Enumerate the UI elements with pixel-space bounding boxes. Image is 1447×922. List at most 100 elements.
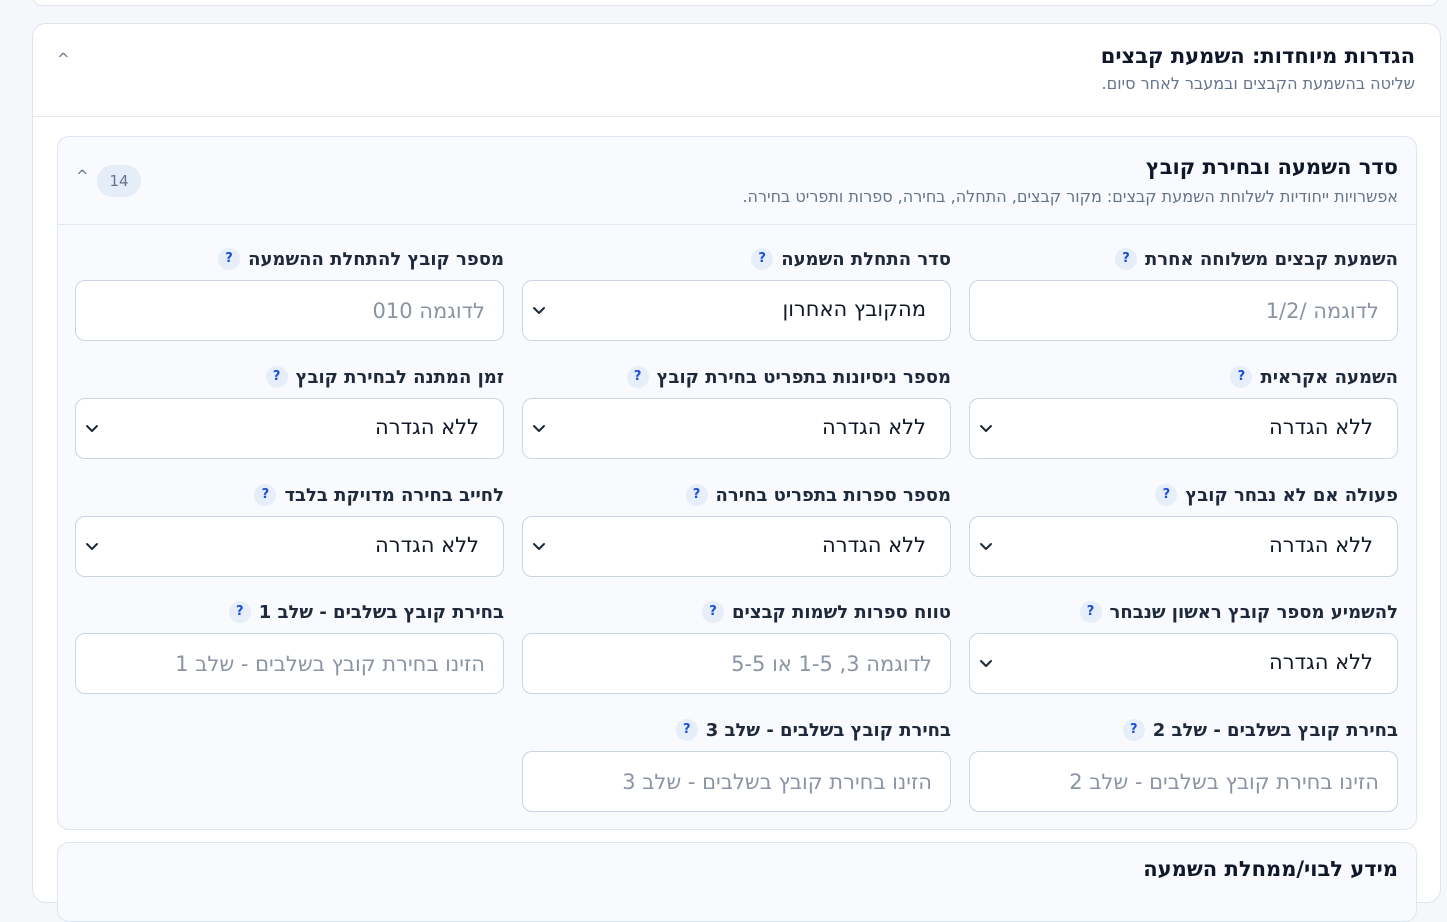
- chevron-down-icon: [86, 425, 98, 432]
- play-from-other-extension-field: השמעת קבצים משלוחה אחרת?: [969, 246, 1398, 346]
- random-playback-label: השמעה אקראית: [1260, 366, 1398, 388]
- previous-card-edge: [32, 0, 1439, 6]
- require-exact-selection-label: לחייב בחירה מדויקת בלבד: [284, 484, 504, 506]
- playback-start-order-field: סדר התחלת השמעה? מהקובץ האחרון: [522, 246, 951, 346]
- help-icon[interactable]: ?: [751, 248, 774, 270]
- playback-order-section: סדר השמעה ובחירת קובץ אפשרויות ייחודיות …: [57, 136, 1417, 830]
- stepped-selection-3-label: בחירת קובץ בשלבים - שלב 3: [705, 719, 951, 741]
- playback-order-subtitle: אפשרויות ייחודיות לשלוחת השמעת קבצים: מק…: [742, 187, 1398, 206]
- file-name-digit-range-input[interactable]: [522, 633, 951, 694]
- selection-menu-digits-selected-value: ללא הגדרה: [822, 533, 926, 557]
- help-icon[interactable]: ?: [254, 484, 277, 506]
- stepped-selection-2-label: בחירת קובץ בשלבים - שלב 2: [1152, 719, 1398, 741]
- selection-menu-attempts-label-row: מספר ניסיונות בתפריט בחירת קובץ?: [626, 364, 951, 390]
- playback-start-order-label-row: סדר התחלת השמעה?: [751, 246, 951, 272]
- stepped-selection-1-label: בחירת קובץ בשלבים - שלב 1: [258, 601, 504, 623]
- special-settings-subtitle: שליטה בהשמעת הקבצים ובמעבר לאחר סיום.: [1101, 74, 1415, 93]
- selection-menu-digits-label: מספר ספרות בתפריט בחירה: [715, 484, 951, 506]
- no-selection-action-field: פעולה אם לא נבחר קובץ? ללא הגדרה: [969, 482, 1398, 582]
- playback-start-order-label: סדר התחלת השמעה: [781, 248, 951, 270]
- start-file-number-label-row: מספר קובץ להתחלת ההשמעה?: [218, 246, 504, 272]
- no-selection-action-label: פעולה אם לא נבחר קובץ: [1185, 484, 1398, 506]
- selection-menu-digits-select[interactable]: ללא הגדרה: [522, 516, 951, 577]
- start-file-number-input[interactable]: [75, 280, 504, 341]
- stepped-selection-2-label-row: בחירת קובץ בשלבים - שלב 2?: [1122, 717, 1398, 743]
- announce-first-file-number-label: להשמיע מספר קובץ ראשון שנבחר: [1109, 601, 1398, 623]
- random-playback-select[interactable]: ללא הגדרה: [969, 398, 1398, 459]
- help-icon[interactable]: ?: [1079, 601, 1102, 623]
- selection-menu-attempts-selected-value: ללא הגדרה: [822, 415, 926, 439]
- selection-wait-time-label-row: זמן המתנה לבחירת קובץ?: [265, 364, 504, 390]
- no-selection-action-label-row: פעולה אם לא נבחר קובץ?: [1155, 482, 1398, 508]
- help-icon[interactable]: ?: [1230, 366, 1253, 388]
- play-from-other-extension-label-row: השמעת קבצים משלוחה אחרת?: [1114, 246, 1398, 272]
- help-icon[interactable]: ?: [626, 366, 649, 388]
- play-from-other-extension-input[interactable]: [969, 280, 1398, 341]
- help-icon[interactable]: ?: [265, 366, 288, 388]
- random-playback-field: השמעה אקראית? ללא הגדרה: [969, 364, 1398, 464]
- help-icon[interactable]: ?: [675, 719, 698, 741]
- selection-wait-time-label: זמן המתנה לבחירת קובץ: [295, 366, 504, 388]
- settings-count-badge: 14: [97, 165, 141, 197]
- stepped-selection-1-field: בחירת קובץ בשלבים - שלב 1?: [75, 599, 504, 699]
- help-icon[interactable]: ?: [685, 484, 708, 506]
- stepped-selection-2-input[interactable]: [969, 751, 1398, 812]
- require-exact-selection-selected-value: ללא הגדרה: [375, 533, 479, 557]
- next-section-card[interactable]: מידע לבוי/ממחלת השמעה: [57, 842, 1417, 922]
- stepped-selection-3-field: בחירת קובץ בשלבים - שלב 3?: [522, 717, 951, 817]
- chevron-down-icon: [533, 543, 545, 550]
- random-playback-label-row: השמעה אקראית?: [1230, 364, 1398, 390]
- file-name-digit-range-label: טווח ספרות לשמות קבצים: [732, 601, 951, 623]
- require-exact-selection-label-row: לחייב בחירה מדויקת בלבד?: [254, 482, 504, 508]
- start-file-number-field: מספר קובץ להתחלת ההשמעה?: [75, 246, 504, 346]
- require-exact-selection-select[interactable]: ללא הגדרה: [75, 516, 504, 577]
- chevron-down-icon: [533, 425, 545, 432]
- help-icon[interactable]: ?: [702, 601, 724, 623]
- selection-wait-time-field: זמן המתנה לבחירת קובץ? ללא הגדרה: [75, 364, 504, 464]
- announce-first-file-number-select[interactable]: ללא הגדרה: [969, 633, 1398, 694]
- section-collapse-caret-icon[interactable]: ^: [76, 167, 89, 185]
- selection-menu-attempts-field: מספר ניסיונות בתפריט בחירת קובץ? ללא הגדר…: [522, 364, 951, 464]
- help-icon[interactable]: ?: [228, 601, 251, 623]
- no-selection-action-select[interactable]: ללא הגדרה: [969, 516, 1398, 577]
- help-icon[interactable]: ?: [1122, 719, 1145, 741]
- selection-menu-digits-label-row: מספר ספרות בתפריט בחירה?: [685, 482, 951, 508]
- announce-first-file-number-selected-value: ללא הגדרה: [1269, 650, 1373, 674]
- selection-menu-attempts-label: מספר ניסיונות בתפריט בחירת קובץ: [656, 366, 951, 388]
- collapse-caret-icon[interactable]: ^: [57, 50, 70, 68]
- chevron-down-icon: [533, 307, 545, 314]
- no-selection-action-selected-value: ללא הגדרה: [1269, 533, 1373, 557]
- special-settings-card: הגדרות מיוחדות: השמעת קבצים שליטה בהשמעת…: [32, 23, 1441, 922]
- announce-first-file-number-field: להשמיע מספר קובץ ראשון שנבחר? ללא הגדרה: [969, 599, 1398, 699]
- selection-menu-attempts-select[interactable]: ללא הגדרה: [522, 398, 951, 459]
- file-name-digit-range-field: טווח ספרות לשמות קבצים?: [522, 599, 951, 699]
- playback-order-title: סדר השמעה ובחירת קובץ: [1145, 155, 1398, 179]
- help-icon[interactable]: ?: [1114, 248, 1137, 270]
- special-settings-header[interactable]: הגדרות מיוחדות: השמעת קבצים שליטה בהשמעת…: [33, 24, 1440, 117]
- stepped-selection-3-label-row: בחירת קובץ בשלבים - שלב 3?: [675, 717, 951, 743]
- file-name-digit-range-label-row: טווח ספרות לשמות קבצים?: [702, 599, 951, 625]
- stepped-selection-2-field: בחירת קובץ בשלבים - שלב 2?: [969, 717, 1398, 817]
- require-exact-selection-field: לחייב בחירה מדויקת בלבד? ללא הגדרה: [75, 482, 504, 582]
- playback-order-header[interactable]: סדר השמעה ובחירת קובץ אפשרויות ייחודיות …: [58, 137, 1416, 225]
- selection-menu-digits-field: מספר ספרות בתפריט בחירה? ללא הגדרה: [522, 482, 951, 582]
- stepped-selection-1-label-row: בחירת קובץ בשלבים - שלב 1?: [228, 599, 504, 625]
- selection-wait-time-selected-value: ללא הגדרה: [375, 415, 479, 439]
- play-from-other-extension-label: השמעת קבצים משלוחה אחרת: [1144, 248, 1398, 270]
- chevron-down-icon: [980, 660, 992, 667]
- start-file-number-label: מספר קובץ להתחלת ההשמעה: [248, 248, 504, 270]
- special-settings-title: הגדרות מיוחדות: השמעת קבצים: [1100, 44, 1415, 68]
- stepped-selection-3-input[interactable]: [522, 751, 951, 812]
- next-section-title: מידע לבוי/ממחלת השמעה: [1143, 857, 1398, 881]
- playback-start-order-select[interactable]: מהקובץ האחרון: [522, 280, 951, 341]
- help-icon[interactable]: ?: [218, 248, 241, 270]
- chevron-down-icon: [980, 543, 992, 550]
- chevron-down-icon: [86, 543, 98, 550]
- random-playback-selected-value: ללא הגדרה: [1269, 415, 1373, 439]
- help-icon[interactable]: ?: [1155, 484, 1178, 506]
- selection-wait-time-select[interactable]: ללא הגדרה: [75, 398, 504, 459]
- stepped-selection-1-input[interactable]: [75, 633, 504, 694]
- chevron-down-icon: [980, 425, 992, 432]
- playback-start-order-selected-value: מהקובץ האחרון: [782, 297, 926, 321]
- announce-first-file-number-label-row: להשמיע מספר קובץ ראשון שנבחר?: [1079, 599, 1398, 625]
